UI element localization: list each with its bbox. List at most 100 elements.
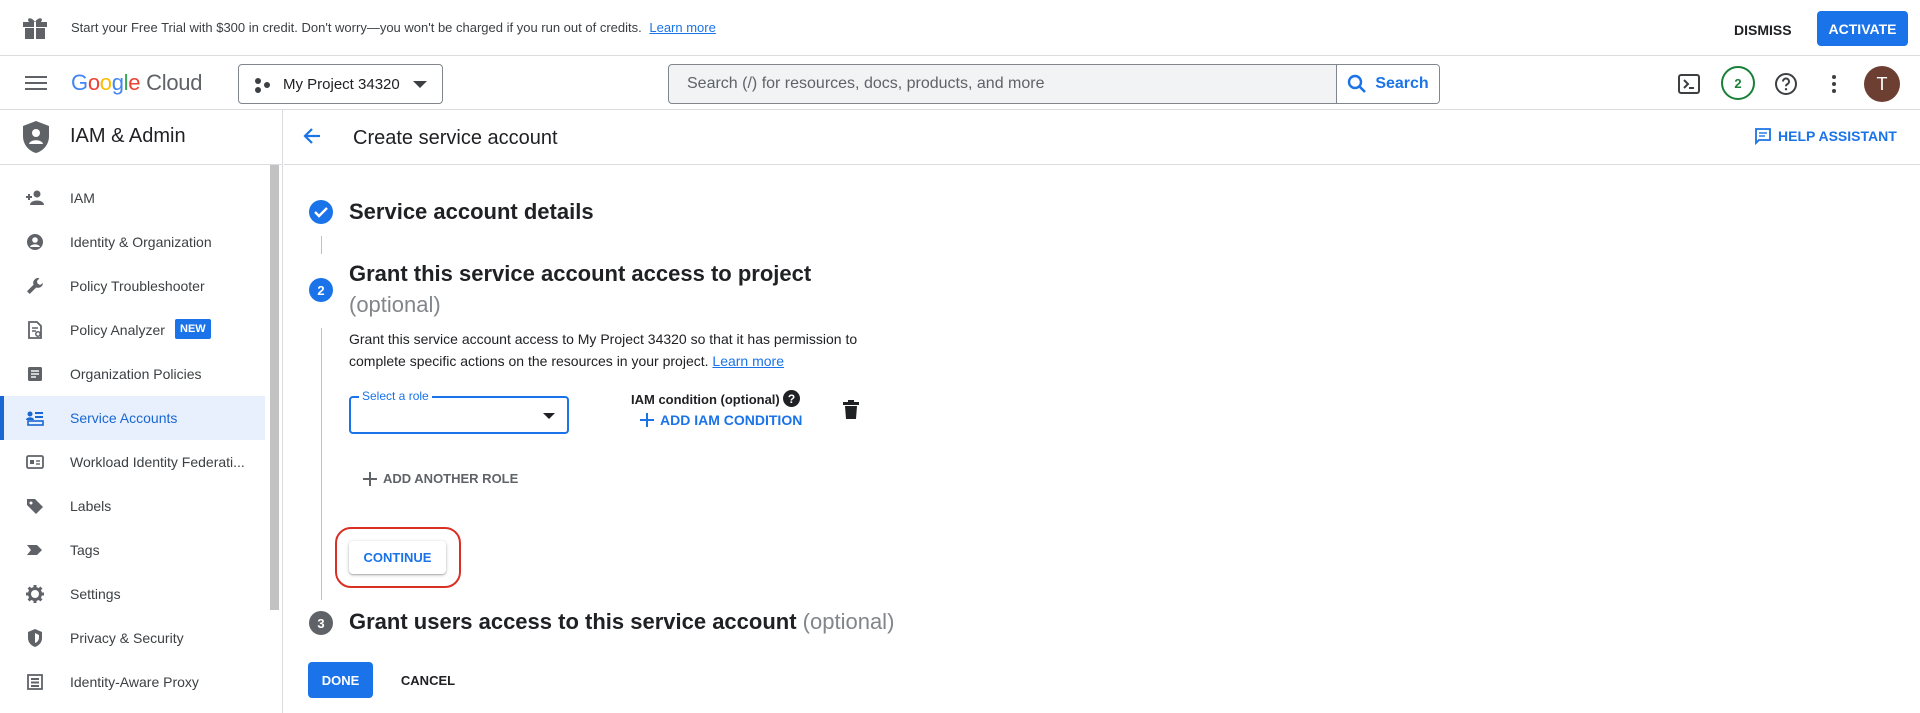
add-iam-condition-button[interactable]: ADD IAM CONDITION	[640, 412, 802, 428]
banner-learn-more-link[interactable]: Learn more	[649, 20, 715, 35]
banner-message: Start your Free Trial with $300 in credi…	[71, 20, 716, 35]
sidebar-item-identity-aware-proxy[interactable]: Identity-Aware Proxy	[0, 660, 265, 704]
banner-text: Start your Free Trial with $300 in credi…	[71, 20, 642, 35]
sidebar-item-settings[interactable]: Settings	[0, 572, 265, 616]
more-vert-icon[interactable]	[1820, 70, 1848, 98]
search-bar: Search	[668, 64, 1440, 104]
sidebar-header: IAM & Admin	[0, 110, 283, 165]
add-another-role-button[interactable]: ADD ANOTHER ROLE	[363, 471, 518, 486]
sidebar-scrollbar[interactable]	[270, 165, 279, 610]
delete-icon[interactable]	[843, 400, 859, 425]
gear-icon	[26, 585, 44, 603]
article-icon	[28, 367, 42, 381]
avatar[interactable]: T	[1864, 66, 1900, 102]
sidebar-item-iam[interactable]: IAM	[0, 176, 265, 220]
sidebar-item-label: Service Accounts	[70, 410, 178, 426]
search-button[interactable]: Search	[1336, 65, 1439, 103]
trial-banner: Start your Free Trial with $300 in credi…	[0, 0, 1920, 56]
sidebar-title: IAM & Admin	[70, 125, 186, 147]
sidebar-item-label: Tags	[70, 542, 100, 558]
account-circle-icon	[27, 234, 43, 250]
activate-button[interactable]: ACTIVATE	[1817, 11, 1908, 46]
sidebar-item-label: Policy Troubleshooter	[70, 278, 205, 294]
sidebar-item-organization-policies[interactable]: Organization Policies	[0, 352, 265, 396]
search-input[interactable]	[669, 65, 1336, 103]
new-badge: NEW	[175, 319, 211, 339]
continue-button[interactable]: CONTINUE	[349, 541, 446, 574]
step1-check-icon	[309, 200, 333, 224]
page-header: Create service account HELP ASSISTANT	[284, 110, 1920, 165]
step-connector	[321, 236, 322, 254]
add-iam-condition-label: ADD IAM CONDITION	[660, 412, 803, 428]
project-name: My Project 34320	[283, 76, 400, 93]
gift-icon	[22, 16, 48, 45]
sidebar-item-labels[interactable]: Labels	[0, 484, 265, 528]
sidebar-item-workload-identity-federation[interactable]: Workload Identity Federati...	[0, 440, 265, 484]
sidebar-item-label: Policy Analyzer	[70, 322, 165, 338]
service-account-icon	[26, 411, 44, 426]
project-picker[interactable]: My Project 34320	[238, 64, 443, 104]
help-assistant-label: HELP ASSISTANT	[1778, 128, 1897, 144]
dismiss-button[interactable]: DISMISS	[1720, 14, 1806, 46]
plus-icon	[363, 471, 377, 486]
select-role-dropdown[interactable]: Select a role	[349, 389, 569, 434]
step3-title-text: Grant users access to this service accou…	[349, 609, 797, 634]
top-bar: GoogleCloud My Project 34320 Search 2 T	[0, 56, 1920, 110]
step2-description: Grant this service account access to My …	[349, 328, 889, 372]
search-button-label: Search	[1375, 75, 1429, 92]
sidebar-item-label: Workload Identity Federati...	[70, 454, 245, 470]
cloud-shell-icon[interactable]	[1675, 70, 1703, 98]
step3-title[interactable]: Grant users access to this service accou…	[349, 609, 894, 635]
step3-optional-text: (optional)	[802, 609, 895, 634]
tag-icon	[27, 545, 42, 555]
done-button[interactable]: DONE	[308, 662, 373, 698]
person-add-icon	[26, 190, 44, 205]
feedback-icon	[1755, 128, 1771, 145]
chevron-down-icon	[543, 413, 555, 419]
step3-number: 3	[309, 611, 333, 635]
notifications-badge[interactable]: 2	[1721, 66, 1755, 100]
sidebar-item-label: Privacy & Security	[70, 630, 184, 646]
sidebar-item-label: IAM	[70, 190, 95, 206]
sidebar-item-service-accounts[interactable]: Service Accounts	[0, 396, 265, 440]
sidebar-item-privacy-security[interactable]: Privacy & Security	[0, 616, 265, 660]
sidebar-item-policy-analyzer[interactable]: Policy Analyzer NEW	[0, 308, 265, 352]
chevron-down-icon	[413, 81, 427, 88]
main-menu-icon[interactable]	[24, 72, 48, 96]
page-title: Create service account	[353, 127, 558, 149]
wrench-icon	[27, 278, 43, 294]
iam-condition-label: IAM condition (optional)	[631, 392, 780, 407]
select-role-label: Select a role	[359, 389, 432, 403]
project-hub-icon	[254, 77, 272, 98]
step2-number: 2	[309, 278, 333, 302]
step2-optional-text: (optional)	[349, 292, 441, 317]
back-arrow-icon[interactable]	[302, 126, 322, 151]
plus-icon	[640, 413, 654, 427]
sidebar-item-label: Organization Policies	[70, 366, 202, 382]
policy-doc-icon	[28, 321, 42, 339]
search-icon	[1348, 74, 1367, 93]
step1-title[interactable]: Service account details	[349, 199, 594, 225]
logo-cloud-text: Cloud	[146, 70, 203, 95]
sidebar-item-identity-organization[interactable]: Identity & Organization	[0, 220, 265, 264]
iam-shield-icon	[22, 120, 50, 159]
proxy-icon	[27, 674, 43, 690]
step-connector	[321, 328, 322, 600]
shield-icon	[28, 629, 42, 647]
help-assistant-button[interactable]: HELP ASSISTANT	[1754, 127, 1897, 145]
google-cloud-logo[interactable]: Google Cloud	[71, 70, 202, 96]
step2-learn-more-link[interactable]: Learn more	[712, 353, 784, 369]
step2-optional: (optional)	[349, 292, 441, 318]
step2-title-text: Grant this service account access to pro…	[349, 261, 812, 286]
sidebar-item-policy-troubleshooter[interactable]: Policy Troubleshooter	[0, 264, 265, 308]
sidebar-item-label: Identity & Organization	[70, 234, 212, 250]
cancel-button[interactable]: CANCEL	[390, 662, 466, 698]
label-icon	[27, 499, 43, 514]
help-icon[interactable]	[1772, 70, 1800, 98]
add-another-role-label: ADD ANOTHER ROLE	[383, 471, 519, 486]
sidebar-item-label: Settings	[70, 586, 121, 602]
sidebar-item-tags[interactable]: Tags	[0, 528, 265, 572]
help-icon[interactable]: ?	[783, 390, 800, 407]
sidebar-item-label: Labels	[70, 498, 112, 514]
id-card-icon	[26, 455, 44, 469]
